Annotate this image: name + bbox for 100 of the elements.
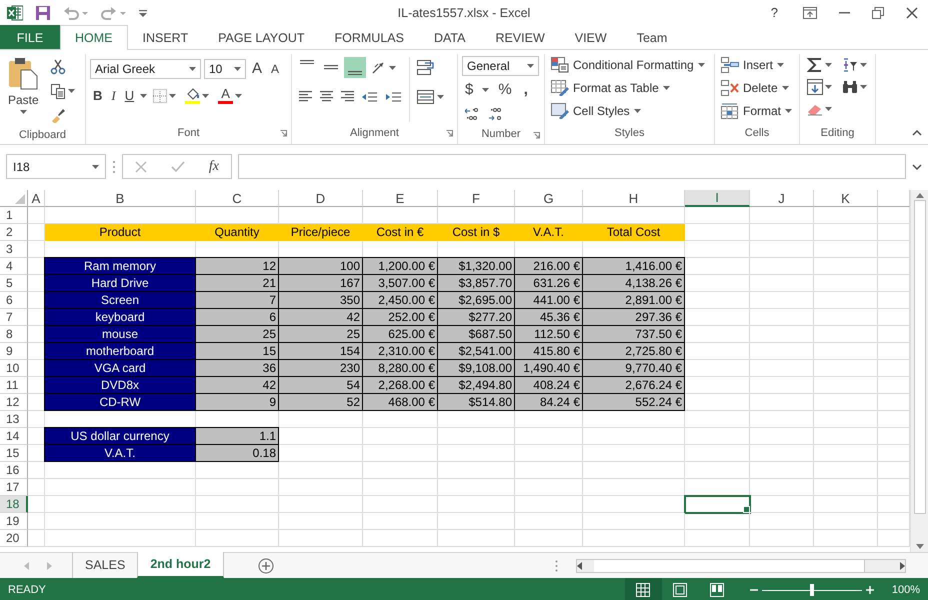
scroll-left-icon bbox=[577, 562, 582, 570]
ribbon-tab[interactable]: HOME bbox=[60, 25, 128, 50]
font-size-field[interactable]: 10 bbox=[204, 58, 246, 78]
column-header[interactable]: F bbox=[438, 190, 515, 207]
caret-icon bbox=[777, 63, 784, 67]
empty-cell bbox=[814, 326, 878, 343]
sheet-tab[interactable]: 2nd hour2 bbox=[137, 552, 224, 578]
caret-icon bbox=[527, 64, 534, 68]
zoom-level[interactable]: 100% bbox=[892, 584, 920, 596]
underline-button[interactable]: U bbox=[122, 85, 138, 106]
ribbon-tab[interactable]: FORMULAS bbox=[320, 25, 419, 50]
row-header[interactable]: 1 bbox=[0, 207, 28, 224]
row-header[interactable]: 6 bbox=[0, 292, 28, 309]
empty-cell bbox=[685, 445, 750, 462]
empty-cell bbox=[814, 360, 878, 377]
style-menu-button[interactable]: Format as Table bbox=[549, 77, 710, 99]
zoom-slider-thumb[interactable] bbox=[810, 584, 814, 596]
row-header[interactable]: 2 bbox=[0, 224, 28, 241]
ribbon-tab[interactable]: VIEW bbox=[560, 25, 622, 50]
insert-function-button[interactable]: fx bbox=[208, 158, 219, 174]
bottom-align-icon bbox=[348, 70, 362, 75]
help-button[interactable]: ? bbox=[768, 2, 781, 23]
row-header[interactable]: 8 bbox=[0, 326, 28, 343]
comma-button[interactable]: , bbox=[520, 79, 531, 100]
selected-cell[interactable] bbox=[685, 496, 750, 513]
close-icon bbox=[906, 6, 918, 18]
font-name-field[interactable]: Arial Greek bbox=[90, 58, 201, 78]
number-format-field[interactable]: General bbox=[462, 56, 539, 76]
number-cell: 154 bbox=[279, 343, 363, 360]
cell-styles-icon bbox=[551, 103, 569, 119]
column-header[interactable]: G bbox=[515, 190, 583, 207]
column-header[interactable]: D bbox=[279, 190, 363, 207]
number-cell: 216.00 € bbox=[515, 258, 583, 275]
column-header[interactable]: I bbox=[685, 190, 750, 207]
paste-button[interactable]: Paste bbox=[4, 54, 43, 125]
new-sheet-icon bbox=[258, 558, 274, 574]
grow-font-button[interactable]: A bbox=[249, 58, 266, 79]
row-header[interactable]: 11 bbox=[0, 377, 28, 394]
row-header[interactable]: 20 bbox=[0, 530, 28, 547]
bold-button[interactable]: B bbox=[90, 85, 106, 106]
ribbon-tab[interactable]: DATA bbox=[418, 25, 480, 50]
percent-button[interactable]: % bbox=[495, 79, 515, 100]
ribbon-tab[interactable]: REVIEW bbox=[480, 25, 560, 50]
column-header[interactable]: E bbox=[363, 190, 438, 207]
font-color-button[interactable]: A bbox=[215, 85, 246, 106]
empty-cell bbox=[685, 207, 750, 224]
name-box[interactable]: I18 bbox=[6, 154, 106, 179]
empty-cell bbox=[750, 343, 814, 360]
empty-cell bbox=[685, 462, 750, 479]
horizontal-scrollbar[interactable] bbox=[576, 558, 906, 572]
column-header[interactable]: B bbox=[45, 190, 196, 207]
borders-icon bbox=[153, 88, 168, 102]
label-cell: keyboard bbox=[45, 309, 196, 326]
ribbon-tab[interactable]: INSERT bbox=[128, 25, 204, 50]
caret-icon bbox=[20, 110, 27, 114]
row-header[interactable]: 18 bbox=[0, 496, 28, 513]
number-cell: 3,507.00 € bbox=[363, 275, 438, 292]
ribbon-tab[interactable]: Team bbox=[622, 25, 682, 50]
brush-icon bbox=[50, 106, 66, 122]
ribbon-tab[interactable]: PAGE LAYOUT bbox=[203, 25, 320, 50]
shrink-font-button[interactable]: A bbox=[268, 58, 282, 79]
row-header[interactable]: 9 bbox=[0, 343, 28, 360]
row-header[interactable]: 13 bbox=[0, 411, 28, 428]
empty-cell bbox=[515, 496, 583, 513]
redo-icon bbox=[101, 6, 127, 20]
cells-menu-button[interactable]: Delete bbox=[719, 77, 795, 99]
cells-menu-button[interactable]: Format bbox=[719, 100, 795, 122]
cells-menu-button[interactable]: Insert bbox=[719, 54, 795, 76]
align-left-icon bbox=[299, 91, 312, 102]
fill-button[interactable] bbox=[804, 76, 835, 97]
row-header[interactable]: 16 bbox=[0, 462, 28, 479]
empty-cell bbox=[28, 462, 45, 479]
formula-input-field[interactable] bbox=[238, 154, 906, 179]
row-header[interactable]: 5 bbox=[0, 275, 28, 292]
view-button[interactable] bbox=[624, 578, 662, 600]
row-header[interactable]: 10 bbox=[0, 360, 28, 377]
row-header[interactable]: 12 bbox=[0, 394, 28, 411]
row-header[interactable]: 3 bbox=[0, 241, 28, 258]
currency-button[interactable]: $ bbox=[462, 79, 476, 100]
column-header[interactable]: J bbox=[750, 190, 814, 207]
row-header[interactable]: 7 bbox=[0, 309, 28, 326]
row-header[interactable]: 15 bbox=[0, 445, 28, 462]
italic-button[interactable]: I bbox=[108, 85, 119, 106]
row-header[interactable]: 19 bbox=[0, 513, 28, 530]
row-header[interactable]: 4 bbox=[0, 258, 28, 275]
caret-icon bbox=[782, 86, 789, 90]
vertical-align-button[interactable] bbox=[344, 57, 366, 78]
style-menu-button[interactable]: Cell Styles bbox=[549, 100, 710, 122]
ribbon-tab[interactable]: FILE bbox=[0, 25, 60, 49]
empty-cell bbox=[750, 326, 814, 343]
style-menu-button[interactable]: Conditional Formatting bbox=[549, 54, 710, 76]
column-header[interactable]: K bbox=[814, 190, 878, 207]
number-cell: 230 bbox=[279, 360, 363, 377]
column-header[interactable]: H bbox=[583, 190, 685, 207]
empty-cell bbox=[515, 462, 583, 479]
scrollbar-thumb[interactable] bbox=[914, 200, 926, 514]
column-header[interactable]: C bbox=[196, 190, 279, 207]
empty-cell bbox=[814, 275, 878, 292]
column-header[interactable]: A bbox=[28, 190, 45, 207]
row-header[interactable]: 14 bbox=[0, 428, 28, 445]
